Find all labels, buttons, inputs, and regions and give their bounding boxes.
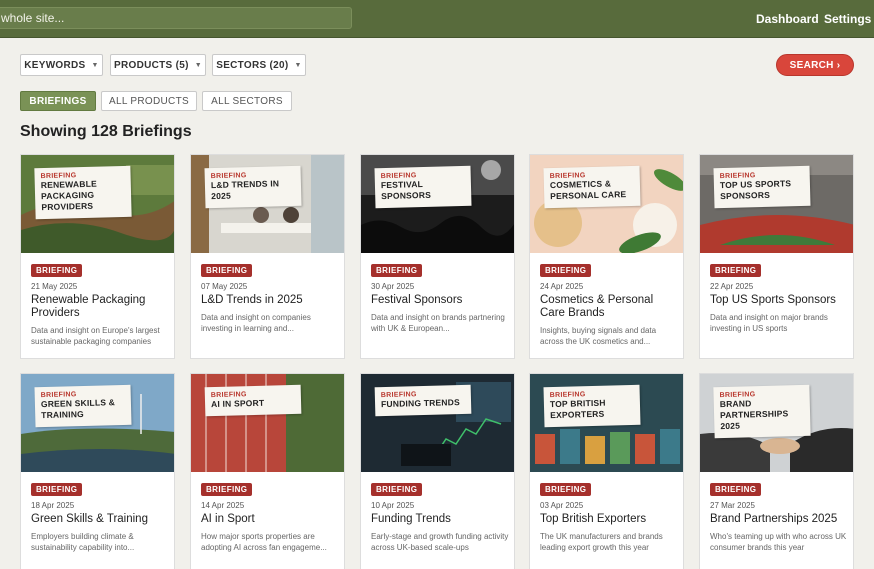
card-image-caption: BRIEFING TOP US SPORTS SPONSORS bbox=[713, 165, 811, 209]
briefing-card[interactable]: BRIEFING BRAND PARTNERSHIPS 2025 BRIEFIN… bbox=[699, 373, 854, 569]
card-image-caption: BRIEFING FUNDING TRENDS bbox=[374, 384, 472, 417]
tab-briefings-label: BRIEFINGS bbox=[29, 95, 87, 107]
briefing-badge: BRIEFING bbox=[710, 483, 762, 496]
card-image-caption: BRIEFING RENEWABLE PACKAGING PROVIDERS bbox=[34, 165, 132, 220]
card-title[interactable]: Top US Sports Sponsors bbox=[710, 294, 850, 307]
page-title: Showing 128 Briefings bbox=[20, 123, 192, 140]
card-date: 27 Mar 2025 bbox=[710, 501, 755, 510]
card-image: BRIEFING TOP BRITISH EXPORTERS bbox=[530, 374, 683, 472]
card-date: 14 Apr 2025 bbox=[201, 501, 245, 510]
card-date: 24 Apr 2025 bbox=[540, 282, 584, 291]
card-date: 10 Apr 2025 bbox=[371, 501, 415, 510]
card-image-caption: BRIEFING TOP BRITISH EXPORTERS bbox=[543, 384, 641, 428]
caret-down-icon: ▼ bbox=[194, 61, 202, 69]
card-image: BRIEFING COSMETICS & PERSONAL CARE bbox=[530, 155, 683, 253]
keywords-dropdown[interactable]: KEYWORDS ▼ bbox=[20, 54, 103, 76]
keywords-label: KEYWORDS bbox=[24, 59, 86, 71]
card-title[interactable]: Funding Trends bbox=[371, 513, 511, 526]
tab-briefings[interactable]: BRIEFINGS bbox=[20, 91, 96, 111]
card-description: The UK manufacturers and brands leading … bbox=[540, 532, 663, 552]
caret-down-icon: ▼ bbox=[294, 61, 302, 69]
caret-down-icon: ▼ bbox=[91, 61, 99, 69]
briefing-card[interactable]: BRIEFING FESTIVAL SPONSORS BRIEFING 30 A… bbox=[360, 154, 515, 359]
card-date: 22 Apr 2025 bbox=[710, 282, 754, 291]
briefing-card[interactable]: BRIEFING COSMETICS & PERSONAL CARE BRIEF… bbox=[529, 154, 684, 359]
card-description: Employers building climate & sustainabil… bbox=[31, 532, 135, 552]
tab-all-sectors-label: ALL SECTORS bbox=[211, 95, 283, 107]
card-title[interactable]: Brand Partnerships 2025 bbox=[710, 513, 850, 526]
tab-all-sectors[interactable]: ALL SECTORS bbox=[202, 91, 292, 111]
briefing-badge: BRIEFING bbox=[201, 264, 253, 277]
search-button[interactable]: SEARCH › bbox=[776, 54, 854, 76]
card-description: Early-stage and growth funding activity … bbox=[371, 532, 509, 552]
card-image: BRIEFING BRAND PARTNERSHIPS 2025 bbox=[700, 374, 853, 472]
chevron-right-icon: › bbox=[836, 59, 841, 71]
card-image-caption: BRIEFING COSMETICS & PERSONAL CARE bbox=[543, 165, 641, 209]
dashboard-link[interactable]: Dashboard bbox=[756, 12, 819, 26]
briefing-card[interactable]: BRIEFING AI IN SPORT BRIEFING 14 Apr 202… bbox=[190, 373, 345, 569]
tab-all-products-label: ALL PRODUCTS bbox=[109, 95, 189, 107]
card-image: BRIEFING GREEN SKILLS & TRAINING bbox=[21, 374, 174, 472]
card-description: Data and insight on companies investing … bbox=[201, 313, 311, 333]
card-image: BRIEFING AI IN SPORT bbox=[191, 374, 344, 472]
briefing-badge: BRIEFING bbox=[31, 483, 83, 496]
briefing-badge: BRIEFING bbox=[540, 264, 592, 277]
briefing-badge: BRIEFING bbox=[31, 264, 83, 277]
card-description: Who's teaming up with who across UK cons… bbox=[710, 532, 847, 552]
card-date: 03 Apr 2025 bbox=[540, 501, 584, 510]
card-description: Insights, buying signals and data across… bbox=[540, 326, 657, 346]
briefing-badge: BRIEFING bbox=[201, 483, 253, 496]
products-dropdown[interactable]: PRODUCTS (5) ▼ bbox=[110, 54, 206, 76]
card-image-caption: BRIEFING L&D TRENDS IN 2025 bbox=[204, 165, 302, 209]
card-date: 07 May 2025 bbox=[201, 282, 248, 291]
card-image-caption: BRIEFING GREEN SKILLS & TRAINING bbox=[34, 384, 132, 428]
card-title[interactable]: Cosmetics & Personal Care Brands bbox=[540, 294, 680, 320]
card-image-caption: BRIEFING BRAND PARTNERSHIPS 2025 bbox=[713, 384, 811, 439]
site-search-input[interactable] bbox=[0, 7, 352, 29]
briefing-card[interactable]: BRIEFING FUNDING TRENDS BRIEFING 10 Apr … bbox=[360, 373, 515, 569]
card-image: BRIEFING TOP US SPORTS SPONSORS bbox=[700, 155, 853, 253]
card-title[interactable]: Renewable Packaging Providers bbox=[31, 294, 171, 320]
card-title[interactable]: AI in Sport bbox=[201, 513, 341, 526]
sectors-label: SECTORS (20) bbox=[216, 59, 289, 71]
search-button-label: SEARCH bbox=[789, 59, 834, 71]
briefing-card[interactable]: BRIEFING TOP BRITISH EXPORTERS BRIEFING … bbox=[529, 373, 684, 569]
card-date: 21 May 2025 bbox=[31, 282, 78, 291]
briefing-badge: BRIEFING bbox=[371, 483, 423, 496]
briefing-card[interactable]: BRIEFING RENEWABLE PACKAGING PROVIDERS B… bbox=[20, 154, 175, 359]
card-description: Data and insight on brands partnering wi… bbox=[371, 313, 505, 333]
card-title[interactable]: Green Skills & Training bbox=[31, 513, 171, 526]
briefing-card[interactable]: BRIEFING TOP US SPORTS SPONSORS BRIEFING… bbox=[699, 154, 854, 359]
card-image: BRIEFING L&D TRENDS IN 2025 bbox=[191, 155, 344, 253]
briefing-card[interactable]: BRIEFING L&D TRENDS IN 2025 BRIEFING 07 … bbox=[190, 154, 345, 359]
top-bar: Dashboard Settings bbox=[0, 0, 874, 38]
card-description: Data and insight on major brands investi… bbox=[710, 313, 828, 333]
sectors-dropdown[interactable]: SECTORS (20) ▼ bbox=[212, 54, 306, 76]
settings-link[interactable]: Settings bbox=[824, 12, 871, 26]
card-image: BRIEFING FUNDING TRENDS bbox=[361, 374, 514, 472]
card-date: 18 Apr 2025 bbox=[31, 501, 75, 510]
briefing-card[interactable]: BRIEFING GREEN SKILLS & TRAINING BRIEFIN… bbox=[20, 373, 175, 569]
card-description: Data and insight on Europe's largest sus… bbox=[31, 326, 160, 346]
card-title[interactable]: Top British Exporters bbox=[540, 513, 680, 526]
card-description: How major sports properties are adopting… bbox=[201, 532, 327, 552]
card-image: BRIEFING FESTIVAL SPONSORS bbox=[361, 155, 514, 253]
card-title[interactable]: L&D Trends in 2025 bbox=[201, 294, 341, 307]
briefing-badge: BRIEFING bbox=[540, 483, 592, 496]
card-date: 30 Apr 2025 bbox=[371, 282, 415, 291]
briefing-badge: BRIEFING bbox=[371, 264, 423, 277]
briefing-badge: BRIEFING bbox=[710, 264, 762, 277]
card-image: BRIEFING RENEWABLE PACKAGING PROVIDERS bbox=[21, 155, 174, 253]
card-title[interactable]: Festival Sponsors bbox=[371, 294, 511, 307]
card-image-caption: BRIEFING AI IN SPORT bbox=[204, 384, 302, 417]
tab-all-products[interactable]: ALL PRODUCTS bbox=[101, 91, 197, 111]
card-image-caption: BRIEFING FESTIVAL SPONSORS bbox=[374, 165, 472, 209]
products-label: PRODUCTS (5) bbox=[114, 59, 189, 71]
